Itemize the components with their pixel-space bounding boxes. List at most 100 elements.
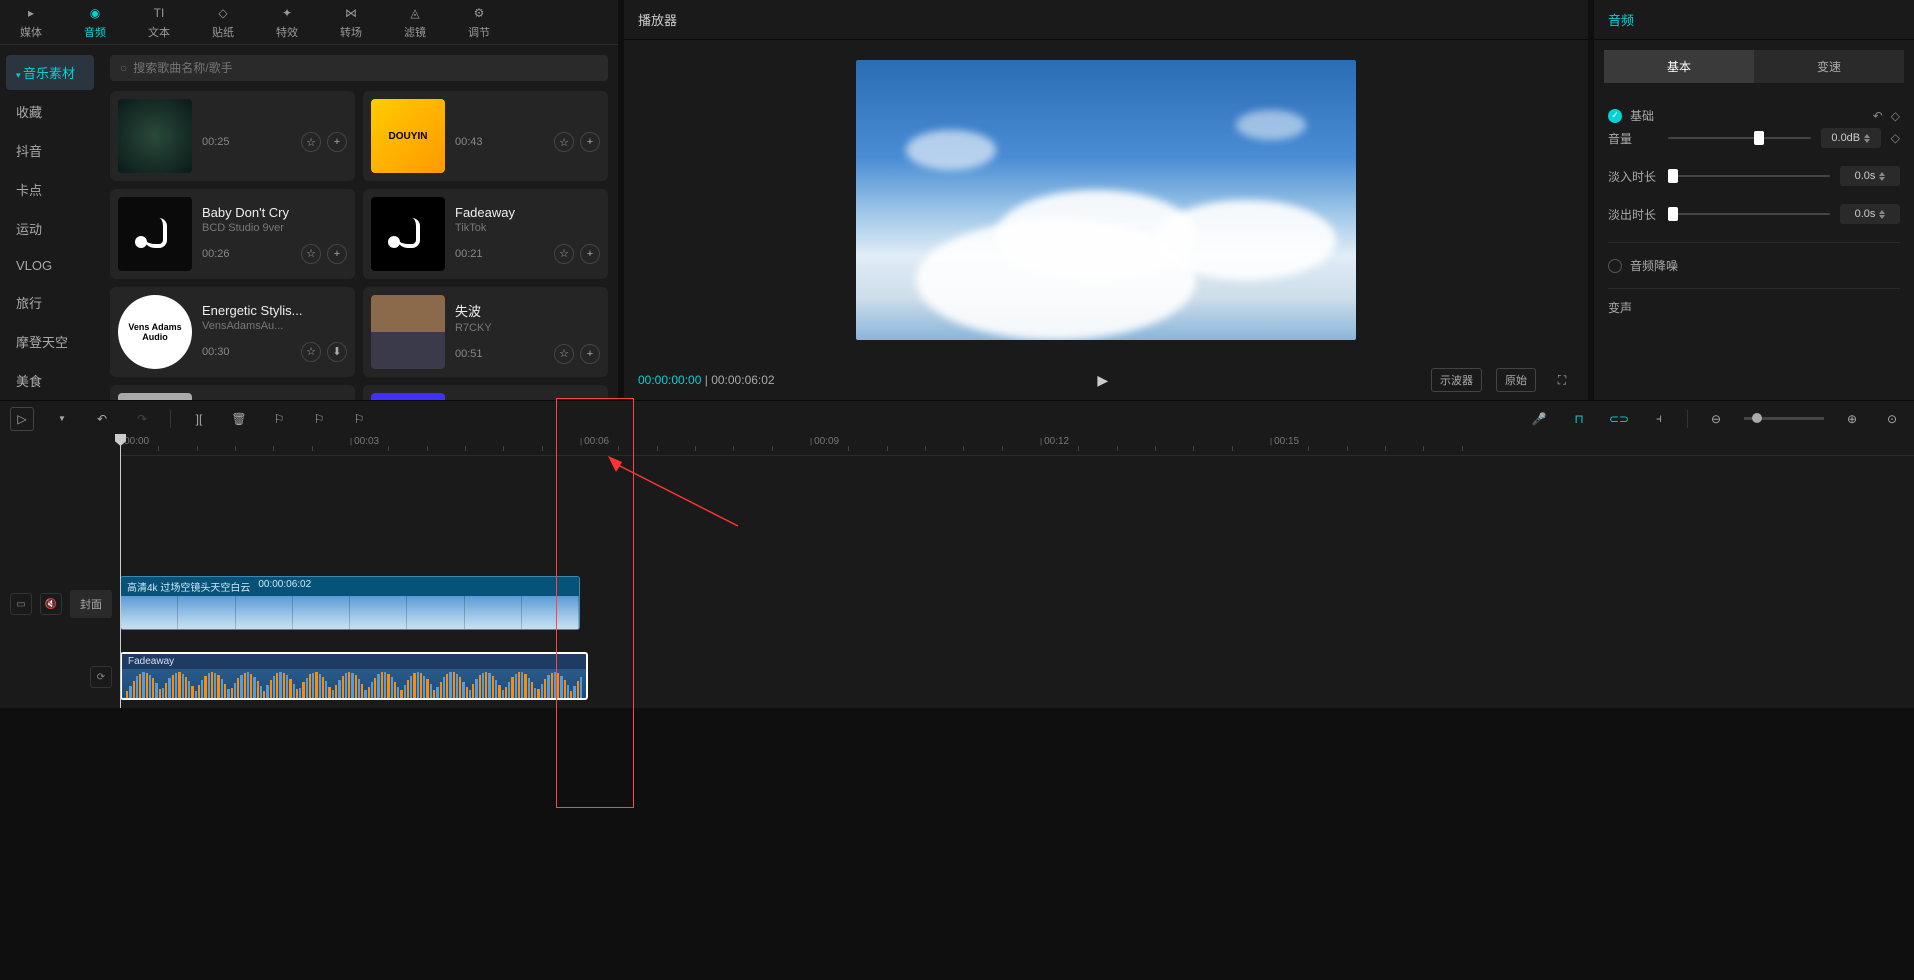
add-icon[interactable]: + [580, 132, 600, 152]
fit-icon[interactable]: ⊙ [1880, 407, 1904, 431]
nav-item-audio[interactable]: ◉音频 [78, 1, 112, 43]
search-input[interactable] [133, 61, 598, 75]
track-mute-icon[interactable]: 🔇 [40, 593, 62, 615]
fadein-value[interactable]: 0.0s [1840, 166, 1900, 186]
volume-slider[interactable] [1668, 137, 1811, 139]
zoom-in-icon[interactable]: ⊕ [1840, 407, 1864, 431]
music-title: Energetic Stylis... [202, 303, 347, 318]
magnet-icon[interactable]: ⊓ [1567, 407, 1591, 431]
select-tool[interactable]: ▷ [10, 407, 34, 431]
mic-icon[interactable]: 🎤 [1527, 407, 1551, 431]
music-grid: 00:25 ☆ + DOUYIN 00:43 ☆ + Baby Don't Cr… [110, 91, 608, 400]
original-button[interactable]: 原始 [1496, 368, 1536, 392]
music-card[interactable]: Fadeaway TikTok 00:21 ☆ + [363, 189, 608, 279]
music-card[interactable]: You Are My Ev... Jiaye ☆ + [110, 385, 355, 400]
transition-icon: ⋈ [342, 4, 360, 22]
add-icon[interactable]: + [327, 132, 347, 152]
video-clip[interactable]: 高清4k 过场空镜头天空白云 00:00:06:02 [120, 576, 580, 630]
text-icon: TI [150, 4, 168, 22]
add-icon[interactable]: + [580, 344, 600, 364]
category-item[interactable]: 抖音 [6, 133, 94, 168]
link-icon[interactable]: ⊂⊃ [1607, 407, 1631, 431]
nav-item-transition[interactable]: ⋈转场 [334, 1, 368, 43]
nav-item-text[interactable]: TI文本 [142, 1, 176, 43]
category-item[interactable]: 旅行 [6, 285, 94, 320]
volume-keyframe-icon[interactable]: ◇ [1891, 131, 1900, 145]
cover-button[interactable]: 封面 [70, 590, 112, 618]
fadeout-slider[interactable] [1668, 213, 1830, 215]
split-tool[interactable]: ]​[ [187, 407, 211, 431]
ruler-tick: 00:15 [1270, 436, 1299, 447]
category-list: 音乐素材收藏抖音卡点运动 VLOG 旅行摩登天空美食 [0, 45, 100, 400]
audio-tab[interactable]: 基本 [1604, 50, 1754, 83]
fullscreen-icon[interactable]: ⛶ [1550, 368, 1574, 392]
flag-tool-2[interactable]: ⚐ [307, 407, 331, 431]
nav-item-effect[interactable]: ✦特效 [270, 1, 304, 43]
category-item[interactable]: 收藏 [6, 94, 94, 129]
redo-button[interactable]: ↷ [130, 407, 154, 431]
oscilloscope-button[interactable]: 示波器 [1431, 368, 1482, 392]
favorite-icon[interactable]: ☆ [554, 344, 574, 364]
favorite-icon[interactable]: ☆ [301, 342, 321, 362]
select-dropdown[interactable]: ▼ [50, 407, 74, 431]
download-icon[interactable]: ⬇ [327, 342, 347, 362]
favorite-icon[interactable]: ☆ [301, 244, 321, 264]
music-card[interactable]: 00:25 ☆ + [110, 91, 355, 181]
add-icon[interactable]: + [327, 244, 347, 264]
nav-item-media[interactable]: ▸媒体 [14, 1, 48, 43]
zoom-out-icon[interactable]: ⊖ [1704, 407, 1728, 431]
nav-item-sticker[interactable]: ◇贴纸 [206, 1, 240, 43]
audio-clip[interactable]: Fadeaway [120, 652, 588, 700]
delete-tool[interactable]: 🗑 [227, 407, 251, 431]
category-item[interactable]: 运动 [6, 211, 94, 246]
favorite-icon[interactable]: ☆ [301, 132, 321, 152]
music-card[interactable]: Baby Don't Cry BCD Studio 9ver 00:26 ☆ + [110, 189, 355, 279]
category-item[interactable]: VLOG [6, 250, 94, 281]
noise-reduction-checkbox[interactable] [1608, 259, 1622, 273]
fadein-slider[interactable] [1668, 175, 1830, 177]
timeline-toolbar: ▷ ▼ ↶ ↷ ]​[ 🗑 ⚐ ⚐ ⚐ 🎤 ⊓ ⊂⊃ ⫞ ⊖ ⊕ ⊙ [0, 400, 1914, 436]
search-box[interactable]: ○ [110, 55, 608, 81]
music-card[interactable]: DOUYIN 00:43 ☆ + [363, 91, 608, 181]
favorite-icon[interactable]: ☆ [554, 132, 574, 152]
music-title: Fadeaway [455, 205, 600, 220]
play-button[interactable]: ▶ [789, 372, 1417, 389]
audio-panel-title: 音频 [1594, 0, 1914, 40]
track-settings-icon[interactable]: ⟳ [90, 666, 112, 688]
nav-item-filter[interactable]: ◬滤镜 [398, 1, 432, 43]
track-toggle-icon[interactable]: ▭ [10, 593, 32, 615]
music-card[interactable]: BOOM Boom Boom CHYL ☆ + [363, 385, 608, 400]
music-artist: R7CKY [455, 322, 600, 334]
playhead[interactable] [120, 436, 121, 708]
keyframe-icon[interactable]: ◇ [1891, 109, 1900, 123]
music-thumb: BOOM [371, 393, 445, 400]
music-card[interactable]: 失波 R7CKY 00:51 ☆ + [363, 287, 608, 377]
flag-tool-1[interactable]: ⚐ [267, 407, 291, 431]
undo-button[interactable]: ↶ [90, 407, 114, 431]
timecode: 00:00:00:00 | 00:00:06:02 [638, 373, 775, 387]
category-item[interactable]: 音乐素材 [6, 55, 94, 90]
nav-item-adjust[interactable]: ⚙ 调节 [462, 1, 496, 43]
search-icon: ○ [120, 61, 127, 75]
ruler[interactable]: 00:0000:0300:0600:0900:1200:15 [120, 436, 1914, 456]
nav-label: 调节 [468, 24, 490, 40]
category-item[interactable]: 美食 [6, 363, 94, 398]
music-duration: 00:21 [455, 248, 548, 260]
favorite-icon[interactable]: ☆ [554, 244, 574, 264]
fadeout-value[interactable]: 0.0s [1840, 204, 1900, 224]
flag-tool-3[interactable]: ⚐ [347, 407, 371, 431]
undo-icon[interactable]: ↶ [1873, 109, 1883, 123]
add-icon[interactable]: + [580, 244, 600, 264]
basic-checkbox[interactable] [1608, 109, 1622, 123]
timeline: 00:0000:0300:0600:0900:1200:15 ▭ 🔇 封面 高清… [0, 436, 1914, 708]
video-track: ▭ 🔇 封面 高清4k 过场空镜头天空白云 00:00:06:02 [0, 576, 1914, 632]
music-title: Baby Don't Cry [202, 205, 347, 220]
category-item[interactable]: 卡点 [6, 172, 94, 207]
align-icon[interactable]: ⫞ [1647, 407, 1671, 431]
category-item[interactable]: 摩登天空 [6, 324, 94, 359]
audio-tab[interactable]: 变速 [1754, 50, 1904, 83]
zoom-slider[interactable] [1744, 417, 1824, 420]
music-card[interactable]: Vens Adams Audio Energetic Stylis... Ven… [110, 287, 355, 377]
adjust-icon: ⚙ [470, 4, 488, 22]
volume-value[interactable]: 0.0dB [1821, 128, 1881, 148]
